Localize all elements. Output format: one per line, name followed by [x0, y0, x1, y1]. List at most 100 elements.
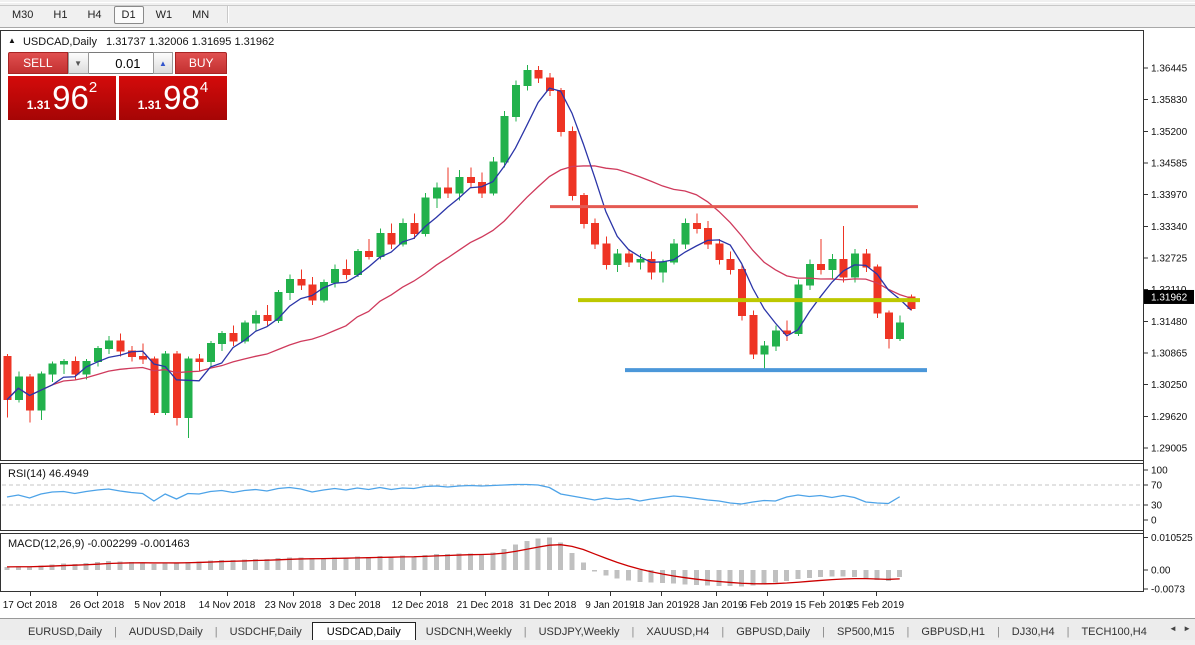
chart-tab-gbpusd[interactable]: GBPUSD,Daily [726, 623, 820, 641]
timeframe-toolbar: M30 H1 H4 D1 W1 MN [0, 0, 1195, 28]
candle [579, 192, 588, 229]
rsi-tick-label: 0 [1151, 516, 1157, 527]
chart-tab-usdjpy[interactable]: USDJPY,Weekly [529, 623, 630, 641]
date-tick-label: 18 Jan 2019 [633, 600, 688, 611]
price-tick-label: 1.30250 [1151, 380, 1188, 391]
timeframe-button-D1[interactable]: D1 [113, 6, 144, 24]
chart-tab-eurusd[interactable]: EURUSD,Daily [18, 623, 112, 641]
chart-symbol-label: USDCAD,Daily [22, 36, 97, 48]
chart-tab-gbpusd[interactable]: GBPUSD,H1 [911, 623, 995, 641]
chart-tab-tech100[interactable]: TECH100,H4 [1071, 623, 1156, 641]
price-tick-label: 1.35200 [1151, 127, 1188, 138]
date-tick-label: 23 Nov 2018 [265, 600, 322, 611]
tab-separator: | [523, 626, 527, 638]
date-tick-label: 12 Dec 2018 [392, 600, 449, 611]
chart-tab-usdcad[interactable]: USDCAD,Daily [311, 622, 416, 641]
date-tick-label: 28 Jan 2019 [688, 600, 743, 611]
date-tick-label: 3 Dec 2018 [329, 600, 381, 611]
trading-terminal-window: M30 H1 H4 D1 W1 MN RSI(14) 46.4949 MACD(12,26,… [0, 0, 1195, 645]
one-click-trade-widget: SELL ▼ ▲ BUY 1.31 96 2 1.31 98 4 [8, 52, 227, 120]
timeframe-button-W1[interactable]: W1 [148, 6, 181, 24]
date-tick-label: 26 Oct 2018 [70, 600, 125, 611]
volume-increase-button[interactable]: ▲ [152, 52, 174, 74]
collapse-arrow-icon[interactable]: ▲ [8, 36, 16, 45]
chart-ohlc-values: 1.31737 1.32006 1.31695 1.31962 [106, 36, 275, 48]
date-tick-label: 31 Dec 2018 [520, 600, 577, 611]
chart-tab-audusd[interactable]: AUDUSD,Daily [119, 623, 213, 641]
date-tick-label: 17 Oct 2018 [3, 600, 58, 611]
price-tick-label: 1.34585 [1151, 159, 1188, 170]
tab-separator: | [906, 626, 910, 638]
chevron-up-icon: ▲ [159, 58, 167, 68]
candle [749, 310, 758, 359]
chart-tab-xauusd[interactable]: XAUUSD,H4 [636, 623, 719, 641]
chart-tab-bar: EURUSD,Daily | AUDUSD,Daily | USDCHF,Daily US… [0, 618, 1195, 641]
date-tick-label: 25 Feb 2019 [848, 600, 905, 611]
rsi-panel: RSI(14) 46.4949 [0, 463, 1144, 531]
tab-separator: | [113, 626, 117, 638]
price-tick-label: 1.35830 [1151, 95, 1188, 106]
candle [568, 126, 577, 201]
tab-separator: | [721, 626, 725, 638]
date-tick-label: 21 Dec 2018 [457, 600, 514, 611]
timeframe-button-MN[interactable]: MN [184, 6, 217, 24]
sell-price-prefix: 1.31 [26, 98, 51, 112]
date-tick-label: 14 Nov 2018 [199, 600, 256, 611]
chart-window: RSI(14) 46.4949 MACD(12,26,9) -0.002299 -… [0, 28, 1195, 618]
macd-panel: MACD(12,26,9) -0.002299 -0.001463 [0, 533, 1144, 592]
buy-price-prefix: 1.31 [137, 98, 162, 112]
sell-button[interactable]: SELL [8, 52, 68, 74]
price-tick-label: 1.36445 [1151, 64, 1188, 75]
rsi-tick-label: 70 [1151, 481, 1163, 492]
candle [738, 264, 746, 321]
chart-tab-usdchf[interactable]: USDCHF,Daily [220, 623, 312, 641]
candle [421, 192, 430, 237]
macd-tick-label: -0.0073 [1151, 585, 1185, 596]
price-tick-label: 1.29005 [1151, 444, 1188, 455]
price-tick-label: 1.29620 [1151, 412, 1188, 423]
candle [161, 351, 170, 416]
toolbar-grip [0, 2, 1195, 6]
status-strip [0, 640, 1195, 645]
chart-tab-usdcnh[interactable]: USDCNH,Weekly [416, 623, 522, 641]
macd-label: MACD(12,26,9) -0.002299 -0.001463 [8, 538, 190, 550]
timeframe-button-H1[interactable]: H1 [45, 6, 75, 24]
candle [500, 111, 509, 168]
rsi-label: RSI(14) 46.4949 [8, 468, 89, 480]
tab-separator: | [822, 626, 826, 638]
volume-input[interactable] [88, 52, 153, 74]
toolbar-separator [227, 4, 230, 23]
buy-price-big-digits: 98 [163, 79, 200, 116]
tab-separator: | [1066, 626, 1070, 638]
candle [794, 279, 803, 336]
price-tick-label: 1.32725 [1151, 254, 1188, 265]
chart-title: ▲ USDCAD,Daily 1.31737 1.32006 1.31695 1… [8, 36, 274, 48]
price-tick-label: 1.31480 [1151, 317, 1188, 328]
date-tick-label: 5 Nov 2018 [134, 600, 186, 611]
date-tick-label: 15 Feb 2019 [795, 600, 852, 611]
buy-price-pipette: 4 [199, 79, 209, 96]
buy-button[interactable]: BUY [175, 52, 227, 74]
tab-separator: | [996, 626, 1000, 638]
timeframe-button-M30[interactable]: M30 [4, 6, 41, 24]
volume-decrease-button[interactable]: ▼ [67, 52, 89, 74]
chart-tab-dj30[interactable]: DJ30,H4 [1002, 623, 1065, 641]
date-axis: 17 Oct 2018 26 Oct 2018 5 Nov 2018 14 Nov 2… [3, 592, 905, 611]
candle [489, 157, 498, 196]
sell-price-pipette: 2 [88, 79, 98, 96]
chevron-down-icon: ▼ [74, 58, 83, 68]
timeframe-button-H4[interactable]: H4 [79, 6, 109, 24]
candle [557, 88, 566, 137]
sell-price-big-digits: 96 [52, 79, 89, 116]
rsi-tick-label: 100 [1151, 466, 1168, 477]
chart-tab-sp500[interactable]: SP500,M15 [827, 623, 904, 641]
sell-price-box[interactable]: 1.31 96 2 [8, 76, 116, 120]
candle [319, 279, 328, 303]
tab-separator: | [214, 626, 218, 638]
buy-price-box[interactable]: 1.31 98 4 [119, 76, 227, 120]
price-tick-label: 1.30865 [1151, 349, 1188, 360]
candle [512, 80, 520, 122]
current-price-badge-text: 1.31962 [1151, 292, 1188, 303]
price-tick-label: 1.33970 [1151, 190, 1188, 201]
tab-scroll-arrows[interactable]: ◄ ► [1169, 624, 1193, 633]
